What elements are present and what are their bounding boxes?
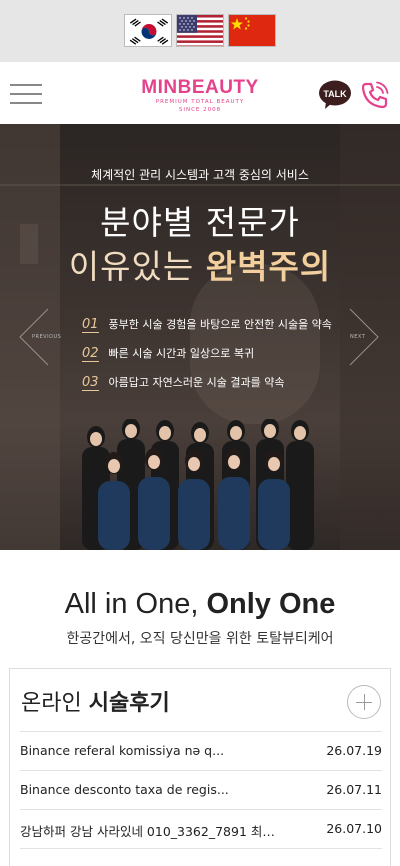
hero-subheadline: 이유있는 완벽주의	[0, 240, 400, 288]
language-bar	[0, 0, 400, 62]
review-title: Binance desconto taxa de regis...	[20, 782, 229, 797]
feature-number: 02	[82, 346, 99, 362]
intro-subtitle: 한공간에서, 오직 당신만을 위한 토탈뷰티케어	[66, 631, 334, 647]
intro-title-light: All in One,	[64, 588, 207, 620]
phone-call-button[interactable]	[360, 80, 390, 110]
intro-title-bold: Only One	[206, 588, 336, 620]
reviews-title: 온라인 시술후기	[21, 685, 170, 717]
hero-caption: 체계적인 관리 시스템과 고객 중심의 서비스	[91, 168, 309, 182]
divider	[20, 848, 382, 849]
feature-text: 빠른 시술 시간과 일상으로 복귀	[108, 347, 255, 360]
site-logo[interactable]: MINBEAUTY PREMIUM TOTAL BEAUTY SINCE 200…	[130, 78, 270, 114]
hero-headline: 분야별 전문가	[100, 203, 300, 242]
logo-text: MINBEAUTY	[141, 77, 259, 98]
kakao-talk-icon: TALK	[319, 80, 351, 109]
divider	[20, 731, 382, 732]
next-label: NEXT	[350, 334, 366, 340]
hero-banner: 체계적인 관리 시스템과 고객 중심의 서비스 분야별 전문가 이유있는 완벽주…	[0, 124, 400, 550]
review-title: 강남하퍼 강남 사라있네 010_3362_7891 최저...	[20, 824, 282, 839]
logo-since: SINCE 2008	[178, 107, 222, 113]
review-list-item[interactable]: Binance desconto taxa de regis... 26.07.…	[20, 772, 382, 808]
kakao-talk-button[interactable]: TALK	[318, 80, 352, 110]
previous-label: PREVIOUS	[32, 334, 62, 340]
reviews-title-bold: 시술후기	[88, 691, 170, 716]
staff-group-photo	[82, 419, 314, 550]
review-list-item[interactable]: Binance referal komissiya nə q... 26.07.…	[20, 733, 382, 769]
more-reviews-plus-icon[interactable]	[347, 685, 381, 719]
hero-subheadline-light: 이유있는	[68, 247, 206, 286]
divider	[20, 809, 382, 810]
logo-tagline: PREMIUM TOTAL BEAUTY	[155, 99, 245, 105]
intro-title: All in One, Only One	[0, 588, 400, 621]
reviews-title-light: 온라인	[21, 691, 89, 716]
feature-item: 01 풍부한 시술 경험을 바탕으로 안전한 시술을 약속	[82, 316, 332, 333]
korean-flag-icon[interactable]	[124, 14, 172, 47]
review-date: 26.07.11	[326, 782, 382, 797]
feature-number: 01	[82, 317, 99, 333]
china-flag-icon[interactable]	[228, 14, 276, 47]
review-date: 26.07.10	[326, 821, 382, 836]
feature-text: 풍부한 시술 경험을 바탕으로 안전한 시술을 약속	[108, 318, 332, 331]
review-date: 26.07.19	[326, 743, 382, 758]
feature-item: 02 빠른 시술 시간과 일상으로 복귀	[82, 345, 255, 362]
online-reviews-section: 온라인 시술후기 Binance referal komissiya nə q.…	[9, 668, 391, 866]
feature-item: 03 아름답고 자연스러운 시술 결과를 약속	[82, 374, 285, 391]
review-list-item[interactable]: 강남하퍼 강남 사라있네 010_3362_7891 최저... 26.07.1…	[20, 811, 382, 847]
review-title: Binance referal komissiya nə q...	[20, 743, 225, 758]
feature-number: 03	[82, 375, 99, 391]
talk-label: TALK	[323, 89, 347, 99]
site-header: MINBEAUTY PREMIUM TOTAL BEAUTY SINCE 200…	[0, 62, 400, 124]
divider	[20, 770, 382, 771]
hero-subheadline-bold: 완벽주의	[205, 247, 332, 286]
phone-icon	[361, 81, 389, 109]
menu-icon[interactable]	[10, 84, 42, 104]
us-flag-icon[interactable]	[176, 14, 224, 47]
feature-text: 아름답고 자연스러운 시술 결과를 약속	[108, 376, 285, 389]
